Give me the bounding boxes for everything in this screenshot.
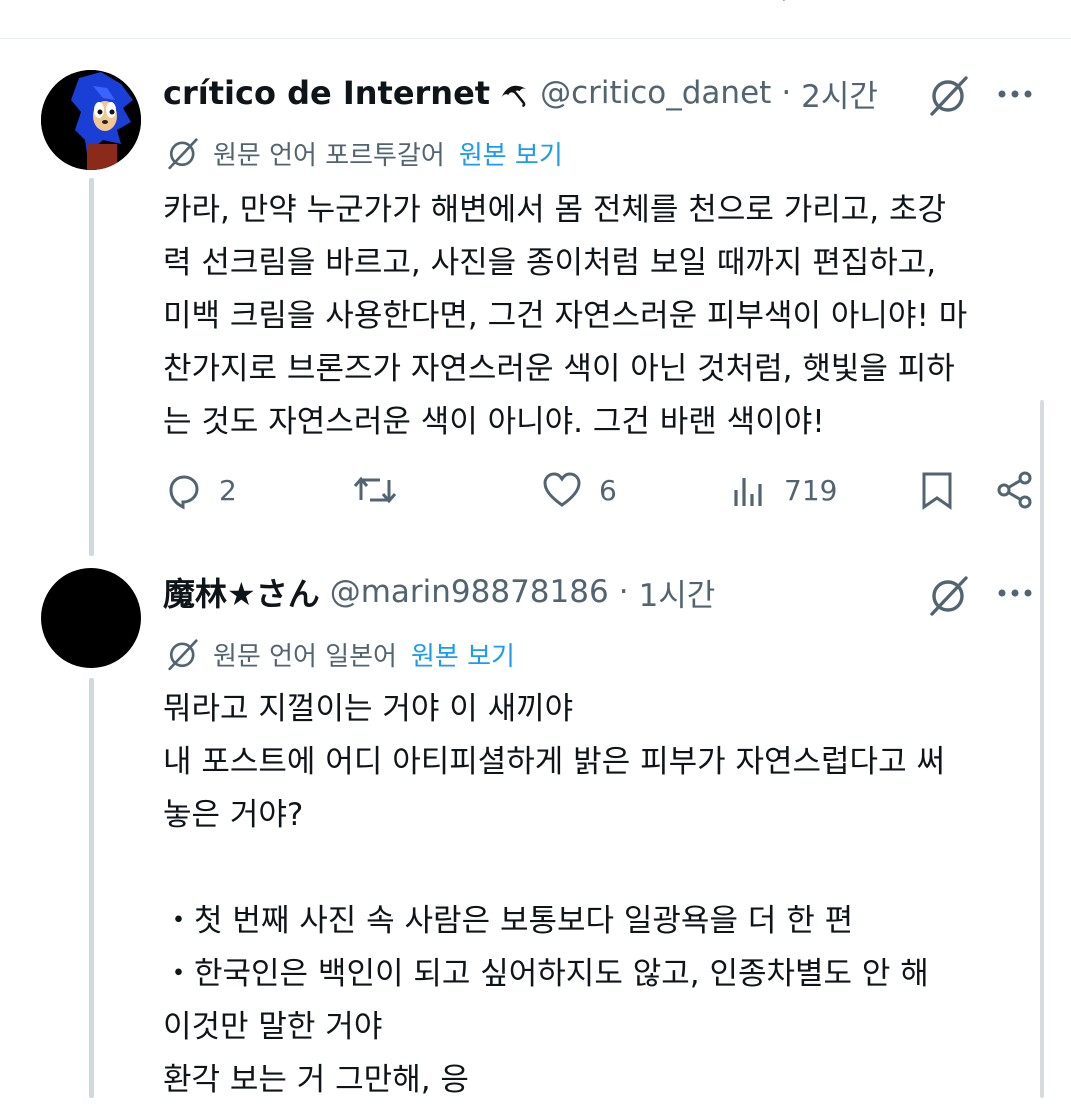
text-line: 카라, 만약 누군가가 해변에서 몸 전체를 천으로 가리고, 초강 bbox=[163, 192, 947, 228]
views-button[interactable]: 719 bbox=[732, 470, 837, 510]
user-handle[interactable]: @critico_danet bbox=[540, 75, 771, 111]
grok-translate-icon bbox=[168, 138, 198, 170]
timestamp[interactable]: 1시간 bbox=[639, 570, 716, 615]
text-line: 력 선크림을 바르고, 사진을 종이처럼 보일 때까지 편집하고, bbox=[163, 245, 937, 281]
avatar[interactable] bbox=[41, 568, 141, 668]
thread-line bbox=[89, 678, 94, 1098]
avatar-image bbox=[41, 70, 141, 170]
like-button[interactable]: 6 bbox=[541, 470, 617, 510]
text-line: ・첫 번째 사진 속 사람은 보통보다 일광욕을 더 한 편 bbox=[163, 903, 854, 939]
retweet-icon bbox=[353, 476, 397, 504]
text-line: 미백 크림을 사용한다면, 그건 자연스러운 피부색이 아니야! 마 bbox=[163, 298, 968, 334]
tweet-header: crítico de Internet @critico_danet · 2시간 bbox=[163, 68, 878, 118]
separator-dot: · bbox=[781, 75, 792, 111]
views-icon bbox=[734, 478, 762, 506]
cropped-icon-top bbox=[783, 0, 785, 1]
retweet-button[interactable] bbox=[352, 470, 414, 510]
tweet-text: 카라, 만약 누군가가 해변에서 몸 전체를 천으로 가리고, 초강 력 선크림… bbox=[163, 184, 1033, 449]
timestamp[interactable]: 2시간 bbox=[801, 71, 878, 116]
text-line: ・한국인은 백인이 되고 싶어하지도 않고, 인종차별도 안 해 bbox=[163, 956, 929, 992]
text-line: 놓은 거야? bbox=[163, 797, 304, 833]
separator-dot: · bbox=[618, 574, 629, 610]
translation-label: 원문 언어 포르투갈어 bbox=[213, 140, 445, 171]
more-icon[interactable] bbox=[996, 583, 1036, 603]
tweet-text: 뭐라고 지껄이는 거야 이 새끼야 내 포스트에 어디 아티피셜하게 밝은 피부… bbox=[163, 683, 1033, 1107]
divider bbox=[0, 38, 1071, 39]
user-handle[interactable]: @marin98878186 bbox=[330, 574, 609, 610]
display-name[interactable]: 魔林★さん bbox=[163, 569, 320, 615]
grok-translate-icon[interactable] bbox=[926, 72, 972, 118]
like-count: 6 bbox=[599, 473, 617, 507]
translation-bar: 원문 언어 일본어 원본 보기 bbox=[165, 634, 515, 674]
display-name[interactable]: crítico de Internet bbox=[163, 74, 490, 112]
show-original-link[interactable]: 원본 보기 bbox=[411, 636, 515, 673]
heart-icon bbox=[543, 472, 581, 507]
show-original-link[interactable]: 원본 보기 bbox=[459, 135, 563, 172]
text-line: 환각 보는 거 그만해, 응 bbox=[163, 1062, 469, 1098]
text-line: 이것만 말한 거야 bbox=[163, 1009, 383, 1045]
umbrella-emoji bbox=[501, 85, 527, 108]
tweet-actions: 2 6 719 bbox=[0, 460, 1071, 520]
share-icon[interactable] bbox=[995, 470, 1035, 510]
text-line: 찬가지로 브론즈가 자연스러운 색이 아닌 것처럼, 햇빛을 피하 bbox=[163, 351, 955, 387]
translation-label: 원문 언어 일본어 bbox=[213, 641, 397, 672]
text-line: 내 포스트에 어디 아티피셜하게 밝은 피부가 자연스럽다고 써 bbox=[163, 744, 945, 780]
tweet-header: 魔林★さん @marin98878186 · 1시간 bbox=[163, 567, 715, 617]
reply-icon bbox=[169, 475, 199, 510]
grok-translate-icon bbox=[168, 639, 198, 671]
avatar[interactable] bbox=[41, 70, 141, 170]
view-count: 719 bbox=[784, 473, 838, 507]
reply-count: 2 bbox=[219, 473, 237, 507]
text-line: 뭐라고 지껄이는 거야 이 새끼야 bbox=[163, 691, 574, 727]
translation-bar: 원문 언어 포르투갈어 원본 보기 bbox=[165, 133, 563, 173]
text-line: 는 것도 자연스러운 색이 아니야. 그건 바랜 색이야! bbox=[163, 404, 825, 440]
bookmark-icon[interactable] bbox=[919, 470, 955, 510]
grok-translate-icon[interactable] bbox=[926, 572, 972, 618]
reply-button[interactable]: 2 bbox=[163, 470, 237, 510]
more-icon[interactable] bbox=[996, 84, 1036, 104]
